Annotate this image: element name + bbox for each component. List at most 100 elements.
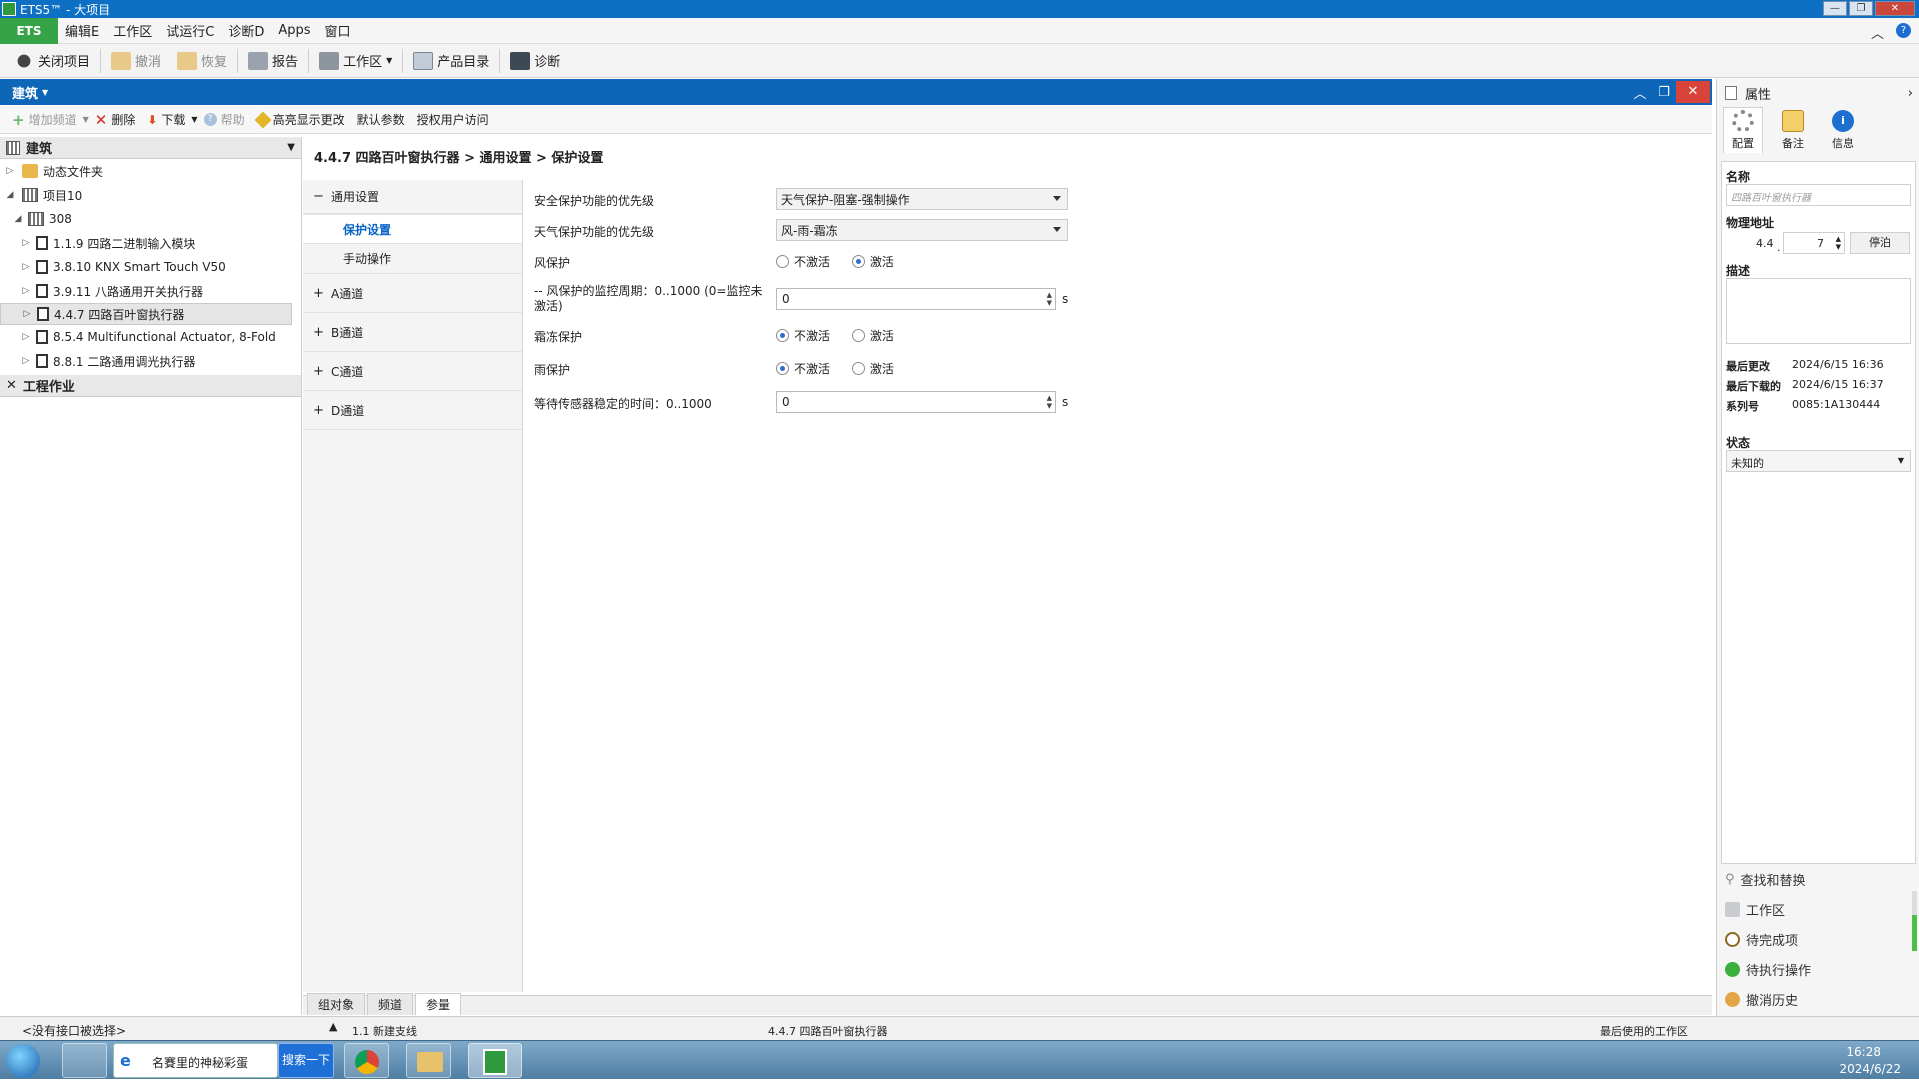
default-params-button[interactable]: 默认参数 xyxy=(351,111,411,128)
explorer-icon[interactable] xyxy=(406,1043,451,1078)
authorize-access-button[interactable]: 授权用户访问 xyxy=(411,111,495,128)
todo-link[interactable]: 待完成项 xyxy=(1725,930,1798,949)
expand-icon[interactable]: ▷ xyxy=(20,262,32,272)
help-button[interactable]: ? 帮助 xyxy=(198,111,251,128)
tab-config[interactable]: 配置 xyxy=(1723,107,1763,153)
rain-on-radio[interactable]: 激活 xyxy=(851,360,894,377)
tree-item-device-selected[interactable]: ▷ 4.4.7 四路百叶窗执行器 xyxy=(0,303,292,325)
wind-off-radio[interactable]: 不激活 xyxy=(776,253,830,270)
collapse-icon[interactable]: ◢ xyxy=(4,190,16,200)
interface-status[interactable]: <没有接口被选择> xyxy=(22,1022,126,1039)
chrome-icon[interactable] xyxy=(344,1043,389,1078)
tree-item-room[interactable]: ◢ 308 xyxy=(0,207,301,231)
close-window-button[interactable]: ✕ xyxy=(1875,1,1915,16)
maximize-button[interactable]: ❐ xyxy=(1849,1,1873,16)
workspace-button[interactable]: 工作区 ▼ xyxy=(311,47,400,75)
download-button[interactable]: ⬇ 下载 xyxy=(141,111,191,128)
wind-on-radio[interactable]: 激活 xyxy=(851,253,894,270)
add-channel-button[interactable]: + 增加频道 xyxy=(6,111,83,129)
pending-operations-link[interactable]: 待执行操作 xyxy=(1725,960,1811,979)
device-name-input[interactable]: 四路百叶窗执行器 xyxy=(1726,184,1911,206)
nav-channel-a[interactable]: + A通道 xyxy=(303,274,522,313)
spinner-icon[interactable]: ▲ ▼ xyxy=(1047,394,1052,410)
nav-channel-b[interactable]: + B通道 xyxy=(303,313,522,352)
expand-icon[interactable]: ▷ xyxy=(4,166,16,176)
collapse-icon[interactable]: − xyxy=(313,189,331,204)
undo-button[interactable]: 撤消 xyxy=(103,47,169,75)
chevron-up-icon[interactable]: ▲ xyxy=(329,1020,337,1033)
ets-taskbar-icon[interactable] xyxy=(468,1043,522,1078)
search-now-button[interactable]: 搜索一下 xyxy=(278,1043,334,1078)
tree-item-device[interactable]: ▷ 3.8.10 KNX Smart Touch V50 xyxy=(0,255,301,279)
menu-diagnostics[interactable]: 诊断D xyxy=(221,21,271,40)
spinner-icon[interactable]: ▲ ▼ xyxy=(1047,291,1052,307)
state-select[interactable]: 未知的 ▼ xyxy=(1726,450,1911,472)
park-button[interactable]: 停泊 xyxy=(1850,232,1910,254)
expand-icon[interactable]: ▷ xyxy=(20,286,32,296)
expand-icon[interactable]: + xyxy=(313,325,331,340)
expand-icon[interactable]: + xyxy=(313,403,331,418)
menu-edit[interactable]: 编辑E xyxy=(58,21,106,40)
redo-button[interactable]: 恢复 xyxy=(169,47,235,75)
expand-icon[interactable]: + xyxy=(313,286,331,301)
tree-item-dynamic-folder[interactable]: ▷ 动态文件夹 xyxy=(0,159,301,183)
expand-icon[interactable]: ▷ xyxy=(20,332,32,342)
taskbar-browser-search[interactable]: e 名賽里的神秘彩蛋 xyxy=(113,1043,278,1078)
tree-header[interactable]: 建筑 ▼ xyxy=(0,137,301,159)
description-textarea[interactable] xyxy=(1726,278,1911,344)
wind-period-input[interactable]: 0 ▲ ▼ xyxy=(776,288,1056,310)
nav-manual-operation[interactable]: 手动操作 xyxy=(303,244,522,274)
tree-section-jobs[interactable]: ✕ 工程作业 xyxy=(0,375,301,397)
frost-off-radio[interactable]: 不激活 xyxy=(776,327,830,344)
catalog-button[interactable]: 产品目录 xyxy=(405,47,497,75)
workspace-link[interactable]: 工作区 xyxy=(1725,900,1785,919)
menu-workspace[interactable]: 工作区 xyxy=(106,21,159,40)
expand-icon[interactable]: ▷ xyxy=(20,238,32,248)
safety-priority-select[interactable]: 天气保护-阻塞-强制操作 xyxy=(776,188,1068,210)
undo-history-link[interactable]: 撤消历史 xyxy=(1725,990,1798,1009)
diagnostics-button[interactable]: 诊断 xyxy=(502,47,568,75)
find-replace-link[interactable]: ⚲ 查找和替换 xyxy=(1725,870,1806,889)
help-icon[interactable]: ? xyxy=(1896,23,1911,38)
tab-channels[interactable]: 频道 xyxy=(367,993,414,1015)
spinner-icon[interactable]: ▲ ▼ xyxy=(1836,235,1841,251)
nav-general-settings[interactable]: − 通用设置 xyxy=(303,180,522,214)
frost-on-radio[interactable]: 激活 xyxy=(851,327,894,344)
collapse-icon[interactable]: ◢ xyxy=(12,214,24,224)
restore-panel-icon[interactable]: ❐ xyxy=(1652,85,1676,100)
collapse-ribbon-icon[interactable]: ︿ xyxy=(1871,23,1884,42)
start-button[interactable] xyxy=(6,1044,40,1078)
tree-item-project[interactable]: ◢ 项目10 xyxy=(0,183,301,207)
panel-title[interactable]: 建筑 xyxy=(12,83,38,102)
sensor-wait-input[interactable]: 0 ▲ ▼ xyxy=(776,391,1056,413)
ets-menu-button[interactable]: ETS xyxy=(0,17,58,44)
nav-protection-settings[interactable]: 保护设置 xyxy=(303,214,522,244)
nav-channel-c[interactable]: + C通道 xyxy=(303,352,522,391)
nav-channel-d[interactable]: + D通道 xyxy=(303,391,522,430)
chevron-right-icon[interactable]: › xyxy=(1908,86,1913,101)
tree-item-device[interactable]: ▷ 8.8.1 二路通用调光执行器 xyxy=(0,349,301,373)
clock-date[interactable]: 2024/6/22 xyxy=(1839,1062,1901,1076)
tab-group-objects[interactable]: 组对象 xyxy=(307,993,366,1015)
report-button[interactable]: 报告 xyxy=(240,47,306,75)
tab-notes[interactable]: 备注 xyxy=(1773,107,1813,153)
expand-icon[interactable]: ▷ xyxy=(21,309,33,319)
weather-priority-select[interactable]: 风-雨-霜冻 xyxy=(776,219,1068,241)
clock-time[interactable]: 16:28 xyxy=(1846,1045,1881,1059)
scroll-indicator[interactable] xyxy=(1912,891,1917,951)
physical-address-input[interactable]: 7 ▲ ▼ xyxy=(1783,232,1845,254)
menu-apps[interactable]: Apps xyxy=(271,23,317,38)
minimize-button[interactable]: — xyxy=(1823,1,1847,16)
tab-info[interactable]: i 信息 xyxy=(1823,107,1863,153)
menu-window[interactable]: 窗口 xyxy=(318,21,358,40)
taskbar-app-icon[interactable] xyxy=(62,1043,107,1078)
menu-commissioning[interactable]: 试运行C xyxy=(159,21,221,40)
collapse-panel-icon[interactable]: ︿ xyxy=(1628,83,1652,102)
close-project-button[interactable]: 关闭项目 xyxy=(6,47,98,75)
tree-item-device[interactable]: ▷ 8.5.4 Multifunctional Actuator, 8-Fold xyxy=(0,325,301,349)
tree-item-device[interactable]: ▷ 3.9.11 八路通用开关执行器 xyxy=(0,279,301,303)
tab-parameters[interactable]: 参量 xyxy=(415,993,462,1015)
tree-item-device[interactable]: ▷ 1.1.9 四路二进制输入模块 xyxy=(0,231,301,255)
expand-icon[interactable]: ▷ xyxy=(20,356,32,366)
highlight-changes-button[interactable]: 高亮显示更改 xyxy=(251,111,351,128)
